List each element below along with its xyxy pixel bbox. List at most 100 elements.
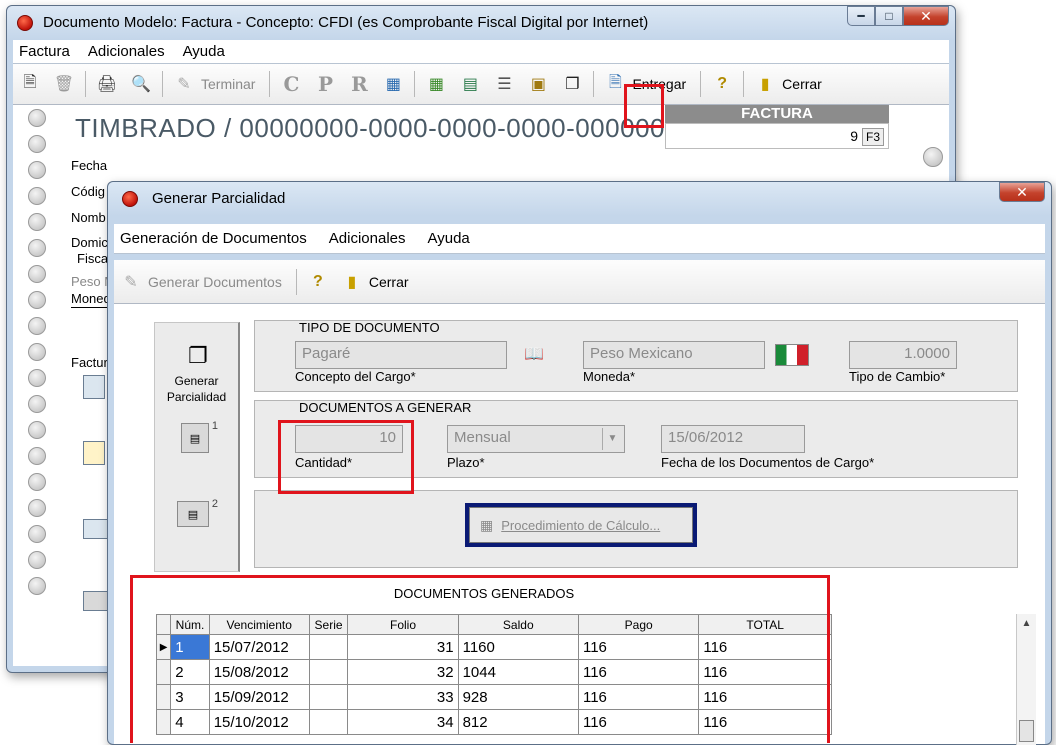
- chevron-down-icon[interactable]: ▼: [602, 428, 622, 450]
- delete-icon[interactable]: 🗑: [53, 73, 75, 95]
- rail-dot: [28, 265, 46, 283]
- c-letter-button[interactable]: C: [280, 72, 302, 96]
- plazo-select[interactable]: Mensual ▼: [447, 425, 625, 453]
- right-rail: [923, 147, 943, 167]
- rail-dot: [28, 369, 46, 387]
- moneda-field[interactable]: Peso Mexicano: [583, 341, 765, 369]
- cerrar-button[interactable]: Cerrar: [782, 76, 822, 92]
- rail-dot: [28, 343, 46, 361]
- app-logo-icon: [17, 15, 33, 31]
- notes-icon[interactable]: [83, 441, 105, 465]
- document-2-index: 2: [211, 498, 218, 510]
- side-panel: ❐ Generar Parcialidad ▤ 1 ▤ 2: [154, 322, 240, 572]
- menu-ayuda[interactable]: Ayuda: [183, 43, 225, 60]
- parcialidad-menubar: Generación de Documentos Adicionales Ayu…: [114, 224, 1045, 254]
- side-panel-label: Generar Parcialidad: [155, 373, 238, 405]
- procedimiento-calculo-label: Procedimiento de Cálculo...: [501, 517, 661, 533]
- chart-edit-icon[interactable]: ▦: [425, 73, 447, 95]
- camera-icon[interactable]: ▣: [527, 73, 549, 95]
- f3-key[interactable]: F3: [861, 128, 884, 146]
- list-icon[interactable]: ☰: [493, 73, 515, 95]
- concepto-cargo-label: Concepto del Cargo*: [295, 369, 416, 384]
- rail-dot: [28, 525, 46, 543]
- help-icon[interactable]: ?: [711, 73, 733, 95]
- documentos-generar-title: DOCUMENTOS A GENERAR: [299, 400, 472, 415]
- app-logo-icon: [122, 191, 138, 207]
- toolbar-separator: [593, 71, 595, 97]
- rail-dot: [28, 239, 46, 257]
- menu-ayuda[interactable]: Ayuda: [428, 230, 470, 247]
- print-preview-icon[interactable]: 🔍: [130, 73, 152, 95]
- rail-dot: [28, 213, 46, 231]
- label-fecha: Fecha: [71, 158, 108, 173]
- toolbar-separator: [743, 71, 745, 97]
- rail-dot: [28, 473, 46, 491]
- table-vertical-scrollbar[interactable]: ▲: [1016, 614, 1036, 745]
- rail-dot: [28, 291, 46, 309]
- close-button[interactable]: ✕: [903, 6, 949, 26]
- document-1-button[interactable]: ▤ 1: [181, 420, 218, 453]
- rail-dot: [923, 147, 943, 167]
- fecha-documentos-field[interactable]: 15/06/2012: [661, 425, 805, 453]
- parcialidad-window-title: Generar Parcialidad: [152, 190, 286, 207]
- rail-dot: [28, 577, 46, 595]
- parcialidad-titlebar[interactable]: Generar Parcialidad ✕: [108, 182, 1051, 216]
- left-rail: [17, 109, 57, 666]
- generate-documents-icon: ✎: [124, 273, 138, 291]
- calculator-icon: ▦: [480, 516, 494, 533]
- terminar-button[interactable]: Terminar: [201, 76, 255, 92]
- concepto-cargo-field[interactable]: Pagaré: [295, 341, 507, 369]
- rail-dot: [28, 447, 46, 465]
- p-letter-button[interactable]: P: [314, 72, 336, 96]
- menu-adicionales[interactable]: Adicionales: [329, 230, 406, 247]
- terminar-icon: ✎: [177, 76, 191, 93]
- maximize-button[interactable]: □: [875, 6, 903, 26]
- help-icon[interactable]: ?: [307, 271, 329, 293]
- print-icon[interactable]: 🖨: [96, 73, 118, 95]
- rail-dot: [28, 161, 46, 179]
- plazo-value: Mensual: [454, 429, 511, 446]
- menu-factura[interactable]: Factura: [19, 43, 70, 60]
- document-1-index: 1: [211, 420, 218, 432]
- rail-dot: [28, 551, 46, 569]
- menu-generacion-documentos[interactable]: Generación de Documentos: [120, 230, 307, 247]
- rail-dot: [28, 395, 46, 413]
- rail-dot: [28, 187, 46, 205]
- document-list-icon[interactable]: [83, 375, 105, 399]
- new-document-icon[interactable]: 🗎: [19, 73, 41, 95]
- r-letter-button[interactable]: R: [348, 72, 370, 96]
- document-2-button[interactable]: ▤ 2: [177, 498, 218, 527]
- export-icon[interactable]: ▦: [382, 73, 404, 95]
- side-panel-label-line1: Generar: [174, 374, 219, 388]
- stack-documents-icon: ❐: [188, 343, 208, 368]
- catalog-book-icon[interactable]: 📖: [523, 343, 545, 365]
- toolbar-separator: [269, 71, 271, 97]
- factura-toolbar: 🗎 🗑 🖨 🔍 ✎ Terminar C P R ▦ ▦ ▤ ☰ ▣ ❐ 🗎 E…: [13, 64, 949, 105]
- rail-dot: [28, 135, 46, 153]
- cerrar-button[interactable]: Cerrar: [369, 274, 409, 290]
- fecha-documentos-label: Fecha de los Documentos de Cargo*: [661, 455, 875, 470]
- stack-documents-icon[interactable]: ❐: [561, 73, 583, 95]
- tipo-cambio-field[interactable]: 1.0000: [849, 341, 957, 369]
- rail-dot: [28, 499, 46, 517]
- rail-dot: [28, 317, 46, 335]
- procedimiento-calculo-button[interactable]: ▦ Procedimiento de Cálculo...: [469, 507, 693, 543]
- scroll-up-icon[interactable]: ▲: [1017, 618, 1036, 629]
- factura-titlebar[interactable]: Documento Modelo: Factura - Concepto: CF…: [7, 6, 955, 40]
- form-icon[interactable]: ▤: [459, 73, 481, 95]
- menu-adicionales[interactable]: Adicionales: [88, 43, 165, 60]
- factura-window-title: Documento Modelo: Factura - Concepto: CF…: [43, 14, 649, 31]
- generar-documentos-button[interactable]: Generar Documentos: [148, 274, 282, 290]
- factura-number-field[interactable]: 9 F3: [665, 123, 889, 149]
- minimize-button[interactable]: ━: [847, 6, 875, 26]
- parcialidad-toolbar: ✎ Generar Documentos ? ▮ Cerrar: [114, 260, 1045, 304]
- tipo-documento-group: TIPO DE DOCUMENTO Pagaré 📖 Concepto del …: [254, 320, 1018, 392]
- procedimiento-group: ▦ Procedimiento de Cálculo...: [254, 490, 1018, 568]
- tipo-documento-title: TIPO DE DOCUMENTO: [299, 320, 440, 335]
- factura-menubar: Factura Adicionales Ayuda: [13, 40, 949, 64]
- rail-dot: [28, 109, 46, 127]
- timbrado-uuid: TIMBRADO / 00000000-0000-0000-0000-00000…: [75, 113, 665, 143]
- scroll-thumb[interactable]: [1019, 720, 1034, 742]
- close-button[interactable]: ✕: [999, 182, 1045, 202]
- mexico-flag-icon: [775, 344, 809, 366]
